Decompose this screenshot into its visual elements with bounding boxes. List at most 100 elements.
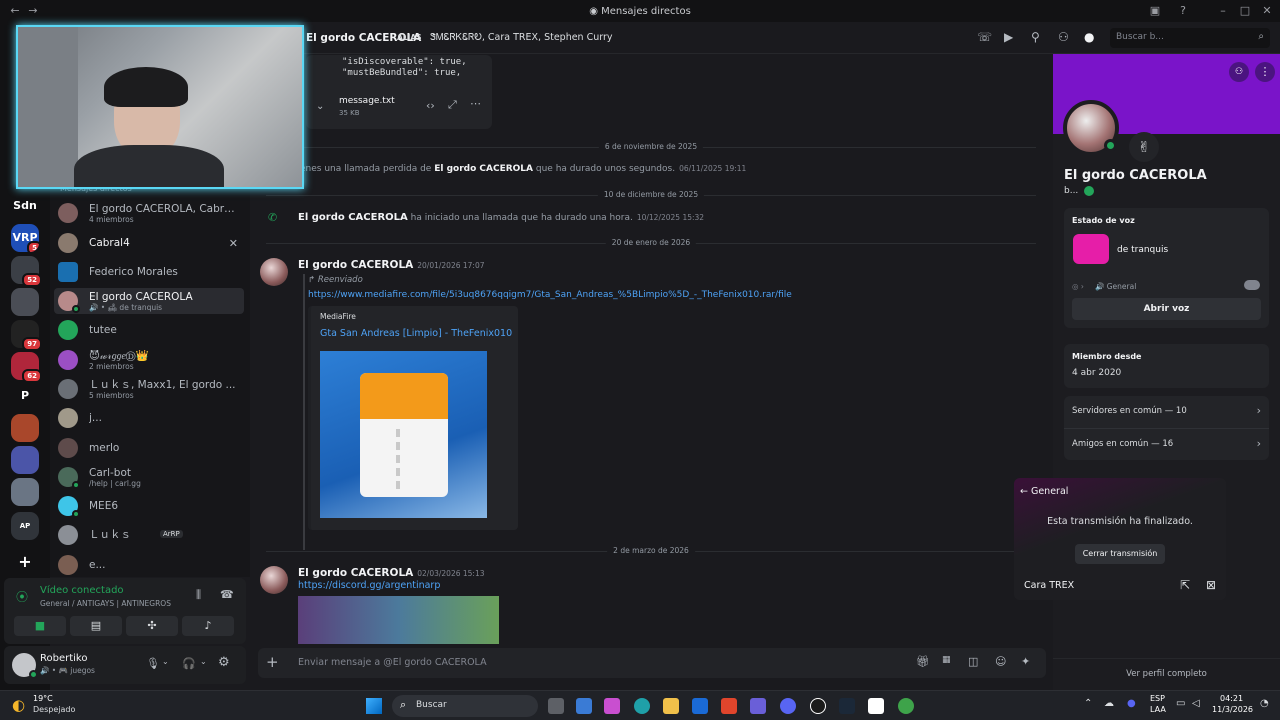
dm-item[interactable]: Ｌｕｋｓ, Maxx1, El gordo ... 5 miembros: [54, 376, 244, 402]
embed-title[interactable]: Gta San Andreas [Limpio] - TheFenix010: [320, 328, 512, 339]
discord-icon[interactable]: [780, 698, 796, 714]
maximize-icon[interactable]: □: [1238, 4, 1252, 18]
author-name[interactable]: El gordo CACEROLA: [298, 212, 408, 223]
headphones-icon[interactable]: 🎧: [182, 657, 196, 670]
weather-icon[interactable]: ◐: [12, 696, 25, 714]
dm-item[interactable]: tutee: [54, 317, 244, 343]
network-icon[interactable]: ▭: [1176, 698, 1185, 709]
screen-share-button[interactable]: ▤: [70, 616, 122, 636]
file-name[interactable]: message.txt: [339, 96, 395, 106]
server-icon-9[interactable]: [11, 446, 39, 474]
minimize-icon[interactable]: –: [1216, 4, 1230, 18]
dm-item[interactable]: Cabral4 ✕: [54, 230, 244, 256]
sticker-icon[interactable]: ◫: [968, 655, 978, 668]
server-icon-5[interactable]: 97: [11, 320, 42, 351]
server-icon-4[interactable]: [11, 288, 39, 316]
add-friend-icon[interactable]: ⚇: [1058, 30, 1069, 44]
dm-item[interactable]: j...: [54, 405, 244, 431]
message-link[interactable]: https://www.mediafire.com/file/5i3uq8676…: [308, 290, 792, 300]
close-icon[interactable]: ✕: [1260, 4, 1274, 18]
message-composer[interactable]: + Enviar mensaje a @El gordo CACEROLA 🎁︎…: [258, 648, 1046, 678]
tray-chevron-icon[interactable]: ⌃: [1084, 698, 1092, 709]
windows-start-icon[interactable]: [366, 698, 382, 714]
add-server-button[interactable]: +: [11, 548, 39, 576]
voice-channel[interactable]: General / ANTIGAYS | ANTINEGROS: [40, 599, 171, 608]
server-icon-10[interactable]: [11, 478, 39, 506]
add-friend-icon[interactable]: ⚇: [1229, 62, 1249, 82]
discord-tray-icon[interactable]: ●: [1127, 698, 1136, 709]
github-icon[interactable]: [810, 698, 826, 714]
view-full-profile-button[interactable]: Ver perfil completo: [1053, 658, 1280, 690]
search-box[interactable]: Buscar b... ⌕: [1110, 28, 1270, 48]
server-vrp[interactable]: VRP 5: [11, 224, 39, 252]
more-icon[interactable]: ⋮: [1255, 62, 1275, 82]
author-name[interactable]: El gordo CACEROLA: [434, 164, 533, 174]
activities-button[interactable]: ✣: [126, 616, 178, 636]
voice-channel-name[interactable]: 🔊 General: [1095, 282, 1136, 291]
close-stream-button[interactable]: Cerrar transmisión: [1075, 544, 1165, 564]
code-view-icon[interactable]: ‹›: [426, 99, 435, 112]
embed-thumbnail[interactable]: [320, 351, 487, 518]
dm-item[interactable]: 😈𝓌𝓇𝑔𝑔𝑒Ⓓ👑 2 miembros: [54, 347, 244, 373]
chrome-icon[interactable]: [898, 698, 914, 714]
apps-icon[interactable]: ✦: [1021, 655, 1030, 668]
dm-item[interactable]: merlo: [54, 435, 244, 461]
stream-back-button[interactable]: ← General: [1020, 486, 1068, 497]
soundboard-button[interactable]: ♪: [182, 616, 234, 636]
server-p[interactable]: P: [11, 382, 39, 410]
chevron-down-icon[interactable]: ⌄: [162, 657, 169, 666]
server-icon-8[interactable]: [11, 414, 39, 442]
profile-avatar[interactable]: [1063, 100, 1119, 156]
open-voice-button[interactable]: Abrir voz: [1072, 298, 1261, 320]
dm-item[interactable]: MEE6: [54, 493, 244, 519]
server-icon-3[interactable]: 52: [11, 256, 42, 287]
notifications-icon[interactable]: ◔: [1260, 698, 1269, 709]
microphone-icon[interactable]: 🎙: [146, 657, 160, 670]
popout-icon[interactable]: ⇱: [1180, 578, 1190, 592]
task-view-icon[interactable]: [548, 698, 564, 714]
author-name[interactable]: El gordo CACEROLA: [298, 567, 413, 579]
gif-icon[interactable]: ▦: [942, 655, 951, 665]
store-icon[interactable]: [576, 698, 592, 714]
outlook-icon[interactable]: [692, 698, 708, 714]
edge-icon[interactable]: [634, 698, 650, 714]
dm-item[interactable]: e...: [54, 552, 244, 578]
mutual-friends-row[interactable]: Amigos en común — 16 ›: [1064, 428, 1269, 460]
chevron-down-icon[interactable]: ⌄: [200, 657, 207, 666]
attach-plus-icon[interactable]: +: [266, 653, 279, 671]
clock-date[interactable]: 11/3/2026: [1212, 705, 1253, 714]
volume-icon[interactable]: ◁: [1192, 698, 1200, 709]
server-ap[interactable]: AP: [11, 512, 39, 540]
chevron-down-icon[interactable]: ⌄: [316, 101, 324, 112]
more-icon[interactable]: ⋯: [470, 97, 481, 110]
dm-item[interactable]: El gordo CACEROLA, Cabral4, l...4 miembr…: [54, 200, 244, 226]
gift-icon[interactable]: 🎁︎: [916, 655, 930, 668]
voice-call-icon[interactable]: ☏: [977, 30, 992, 44]
pin-icon[interactable]: ⚲: [1031, 30, 1040, 44]
mutual-servers-row[interactable]: Servidores en común — 10 ›: [1064, 396, 1269, 428]
disconnect-icon[interactable]: ☎: [220, 588, 234, 601]
language-primary[interactable]: ESP: [1150, 694, 1165, 703]
close-dm-icon[interactable]: ✕: [229, 237, 238, 250]
expand-icon[interactable]: ⤢: [448, 98, 457, 112]
server-sdn[interactable]: Sdn: [11, 192, 39, 220]
taskbar-search[interactable]: ⌕ Buscar: [392, 695, 538, 717]
help-icon[interactable]: ?: [1176, 4, 1190, 18]
file-explorer-icon[interactable]: [663, 698, 679, 714]
avatar[interactable]: [260, 566, 288, 594]
inbox-icon[interactable]: ▣: [1148, 4, 1162, 18]
dm-item-selected[interactable]: El gordo CACEROLA 🔊 • 🛋 de tranquis: [54, 288, 244, 314]
clock-time[interactable]: 04:21: [1220, 694, 1243, 703]
signal-icon[interactable]: ⦿: [16, 588, 28, 605]
language-secondary[interactable]: LAA: [1150, 705, 1166, 714]
avatar[interactable]: [12, 653, 38, 679]
emoji-icon[interactable]: ☺: [995, 655, 1006, 668]
webcam-overlay[interactable]: [16, 25, 304, 189]
dm-item[interactable]: Federico Morales: [54, 259, 244, 285]
steam-icon[interactable]: [839, 698, 855, 714]
user-profile-icon[interactable]: ●: [1084, 30, 1094, 44]
teams-icon[interactable]: [750, 698, 766, 714]
server-icon-6[interactable]: 62: [11, 352, 42, 383]
author-name[interactable]: El gordo CACEROLA: [298, 259, 413, 271]
capcut-icon[interactable]: [868, 698, 884, 714]
